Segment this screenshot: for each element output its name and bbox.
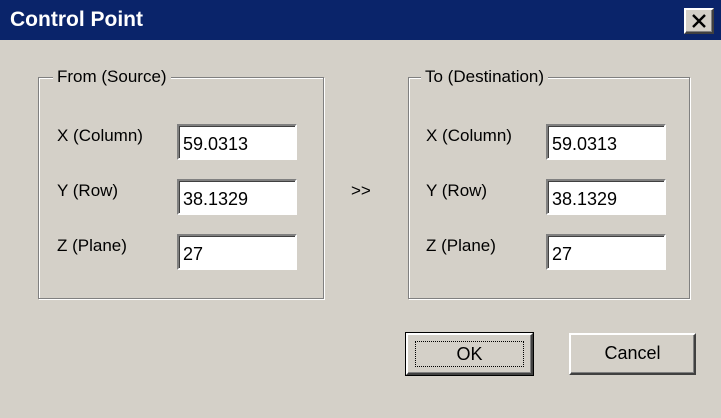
close-button[interactable] — [684, 8, 714, 34]
copy-arrow-label: >> — [351, 181, 371, 200]
destination-group-legend: To (Destination) — [421, 66, 549, 88]
dest-x-field[interactable]: 59.0313 — [546, 124, 666, 160]
title-bar[interactable]: Control Point — [0, 0, 721, 40]
dest-z-label: Z (Plane) — [426, 236, 496, 255]
source-z-field[interactable]: 27 — [177, 234, 297, 270]
source-y-field[interactable]: 38.1329 — [177, 179, 297, 215]
window-title: Control Point — [10, 8, 143, 31]
source-x-field[interactable]: 59.0313 — [177, 124, 297, 160]
control-point-dialog: Control Point From (Source) X (Column) 5… — [0, 0, 721, 418]
source-z-label: Z (Plane) — [57, 236, 127, 255]
cancel-button[interactable]: Cancel — [569, 333, 696, 375]
dest-y-label: Y (Row) — [426, 181, 488, 200]
dest-x-label: X (Column) — [426, 126, 512, 145]
dest-z-field[interactable]: 27 — [546, 234, 666, 270]
ok-button-label: OK — [415, 341, 524, 367]
ok-button[interactable]: OK — [405, 332, 534, 376]
source-y-label: Y (Row) — [57, 181, 119, 200]
source-x-label: X (Column) — [57, 126, 143, 145]
dest-y-field[interactable]: 38.1329 — [546, 179, 666, 215]
source-group-legend: From (Source) — [53, 66, 171, 88]
close-icon — [692, 14, 706, 28]
